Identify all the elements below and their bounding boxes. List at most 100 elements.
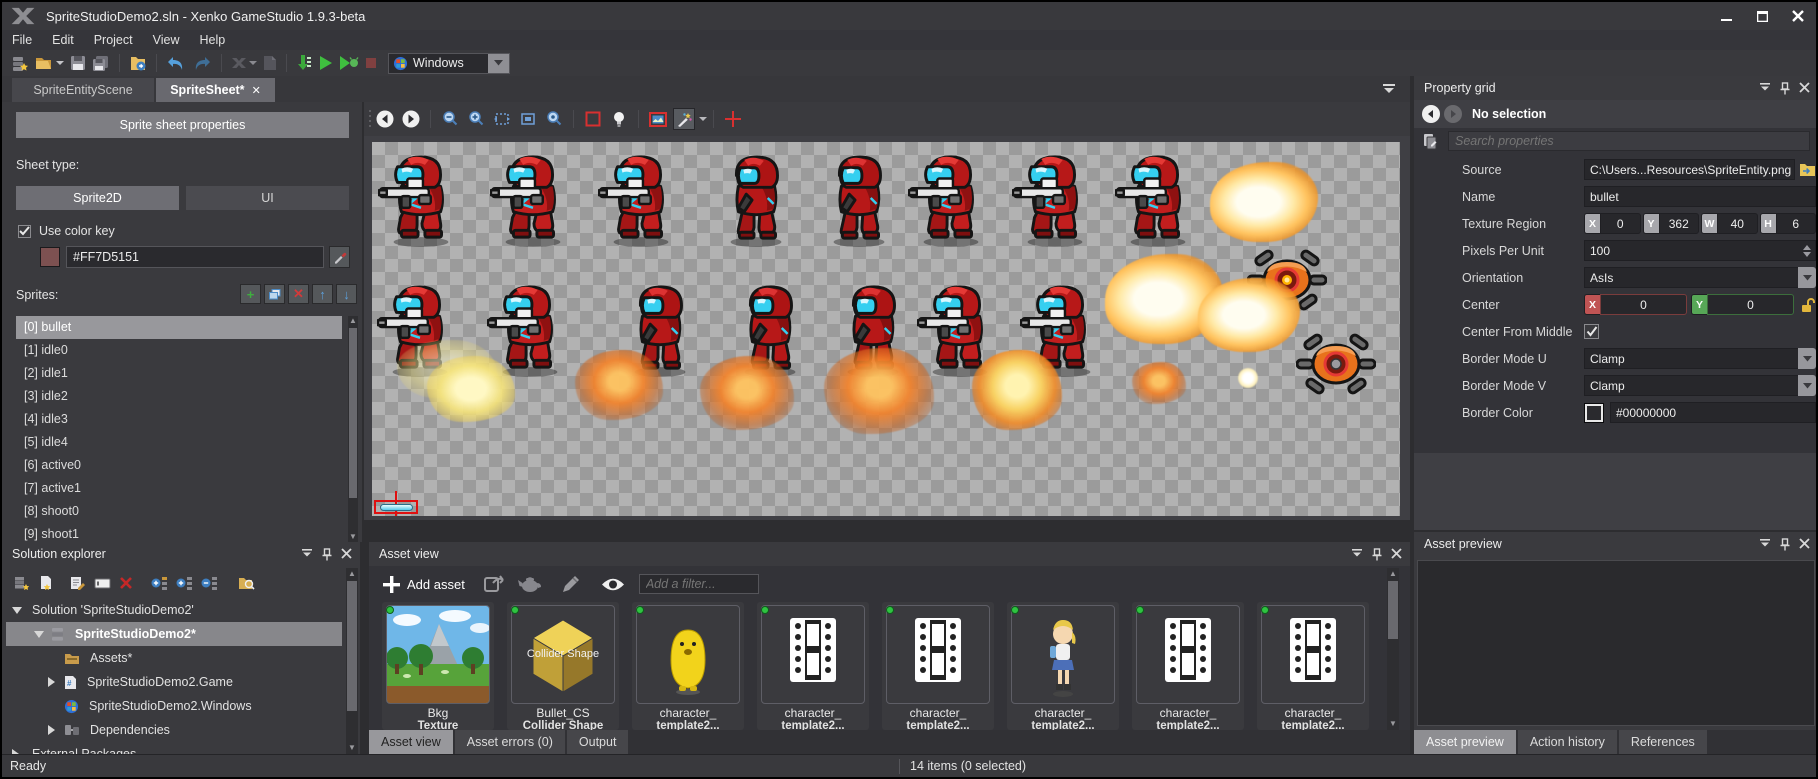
region-x-field[interactable]: X0 xyxy=(1584,213,1641,234)
save-all-button[interactable] xyxy=(92,55,110,72)
move-sprite-down-button[interactable]: ↓ xyxy=(336,284,357,304)
live-sync-button[interactable] xyxy=(296,54,312,72)
title-bar[interactable]: SpriteStudioDemo2.sln - Xenko GameStudio… xyxy=(2,2,1816,30)
zoom-actual-icon[interactable] xyxy=(543,108,565,130)
maximize-button[interactable] xyxy=(1744,2,1780,30)
platform-select[interactable]: Windows xyxy=(388,53,510,74)
tab-references[interactable]: References xyxy=(1619,730,1707,754)
selected-region-rect[interactable] xyxy=(374,500,418,514)
property-display-options-icon[interactable] xyxy=(1422,133,1440,150)
sheet-type-sprite2d-button[interactable]: Sprite2D xyxy=(16,186,179,210)
field-value[interactable]: 6 xyxy=(1776,213,1817,234)
field-value[interactable]: 0 xyxy=(1600,213,1641,234)
center-y-field[interactable]: Y0 xyxy=(1691,294,1794,315)
view-options-eye-icon[interactable] xyxy=(601,577,625,592)
export-icon[interactable] xyxy=(483,574,505,594)
pin-icon[interactable] xyxy=(321,548,333,561)
chevron-down-icon[interactable] xyxy=(12,607,24,614)
collapse-all-icon[interactable] xyxy=(201,575,218,591)
tab-asset-view[interactable]: Asset view xyxy=(369,730,453,754)
solution-tree-item[interactable]: #SpriteStudioDemo2.Game xyxy=(2,670,342,694)
edit-asset-icon[interactable] xyxy=(70,575,86,591)
sprite-list-item[interactable]: [2] idle1 xyxy=(16,362,342,385)
close-icon[interactable] xyxy=(1799,82,1810,93)
asset-filter-input[interactable] xyxy=(639,574,759,594)
menu-item-file[interactable]: File xyxy=(2,30,42,50)
border-color-swatch[interactable] xyxy=(1584,403,1604,423)
chevron-down-icon[interactable] xyxy=(1798,348,1816,369)
delete-sprite-button[interactable]: ✕ xyxy=(288,284,309,304)
asset-tile[interactable]: character_template2... xyxy=(757,602,869,730)
locate-asset-icon[interactable] xyxy=(238,575,255,591)
asset-tile[interactable]: character_template2... xyxy=(1132,602,1244,730)
duplicate-sprite-button[interactable] xyxy=(264,284,285,304)
pixels-per-unit-field[interactable]: 100 xyxy=(1584,240,1816,261)
border-color-field[interactable]: #00000000 xyxy=(1610,402,1816,423)
pin-icon[interactable] xyxy=(1371,548,1383,561)
asset-view-scrollbar[interactable]: ▲ ▼ xyxy=(1387,568,1399,730)
zoom-in-icon[interactable] xyxy=(465,108,487,130)
close-icon[interactable] xyxy=(341,548,352,559)
texture-region-tool-icon[interactable] xyxy=(582,108,604,130)
show-borders-icon[interactable] xyxy=(647,108,669,130)
highlight-tool-icon[interactable] xyxy=(608,108,630,130)
teapot-icon[interactable] xyxy=(517,575,543,593)
play-button[interactable] xyxy=(318,55,333,71)
import-button[interactable] xyxy=(129,55,147,72)
chevron-down-icon[interactable] xyxy=(34,631,46,638)
asset-tile[interactable]: character_template2... xyxy=(1257,602,1369,730)
add-sprite-button[interactable]: + xyxy=(240,284,261,304)
stop-button[interactable] xyxy=(365,57,377,69)
center-tool-icon[interactable] xyxy=(722,108,744,130)
unlock-icon[interactable] xyxy=(1800,297,1816,313)
minimize-button[interactable] xyxy=(1708,2,1744,30)
region-w-field[interactable]: W40 xyxy=(1701,213,1758,234)
use-color-key-checkbox[interactable] xyxy=(18,225,31,238)
open-button[interactable] xyxy=(35,55,64,71)
tab-action-history[interactable]: Action history xyxy=(1518,730,1617,754)
sprite-list-item[interactable]: [4] idle3 xyxy=(16,408,342,431)
editor-tab-1[interactable]: SpriteEntityScene xyxy=(12,78,154,102)
nav-next-icon[interactable] xyxy=(1444,105,1462,123)
field-value[interactable]: 0 xyxy=(1707,294,1794,315)
menu-item-view[interactable]: View xyxy=(143,30,190,50)
expand-one-level-icon[interactable] xyxy=(151,575,168,591)
panel-menu-icon[interactable] xyxy=(1351,548,1363,558)
fit-view-icon[interactable] xyxy=(491,108,513,130)
property-search-input[interactable] xyxy=(1448,131,1810,151)
asset-tile[interactable]: character_template2... xyxy=(632,602,744,730)
undo-button[interactable] xyxy=(166,55,186,72)
nav-forward-button[interactable] xyxy=(400,108,422,130)
sprite-list-item[interactable]: [8] shoot0 xyxy=(16,500,342,523)
close-button[interactable] xyxy=(1780,2,1816,30)
panel-menu-icon[interactable] xyxy=(301,548,313,558)
solution-tree-item[interactable]: SpriteStudioDemo2.Windows xyxy=(2,694,342,718)
tab-asset-preview[interactable]: Asset preview xyxy=(1414,730,1516,754)
field-value[interactable]: 40 xyxy=(1717,213,1758,234)
tab-output[interactable]: Output xyxy=(567,730,629,754)
asset-tile[interactable]: character_template2... xyxy=(882,602,994,730)
sprite-canvas[interactable] xyxy=(364,136,1410,520)
color-picker-button[interactable] xyxy=(329,246,350,268)
magic-wand-dropdown-icon[interactable] xyxy=(699,116,707,122)
platform-select-chevron-icon[interactable] xyxy=(488,54,509,73)
xenko-platform-icon[interactable] xyxy=(231,56,257,70)
new-package-icon[interactable] xyxy=(14,575,31,591)
color-key-input[interactable] xyxy=(66,246,324,268)
spinner-arrows-icon[interactable] xyxy=(1803,245,1811,257)
menu-item-help[interactable]: Help xyxy=(189,30,235,50)
asset-tile[interactable]: Collider ShapeBullet_CSCollider Shape xyxy=(507,602,619,730)
move-sprite-up-button[interactable]: ↑ xyxy=(312,284,333,304)
magic-wand-tool-icon[interactable] xyxy=(673,108,695,130)
play-remote-button[interactable] xyxy=(339,55,359,71)
sprite-sheet-viewport[interactable] xyxy=(372,142,1400,516)
save-button[interactable] xyxy=(70,55,86,71)
close-icon[interactable] xyxy=(1391,548,1402,559)
chevron-down-icon[interactable] xyxy=(1798,375,1816,396)
pin-icon[interactable] xyxy=(1779,82,1791,95)
source-path-field[interactable]: C:\Users...Resources\SpriteEntity.png xyxy=(1584,159,1795,180)
editor-tab-2[interactable]: SpriteSheet*✕ xyxy=(156,78,275,102)
tab-asset-errors-0-[interactable]: Asset errors (0) xyxy=(455,730,565,754)
sheet-type-ui-button[interactable]: UI xyxy=(186,186,349,210)
region-y-field[interactable]: Y362 xyxy=(1643,213,1700,234)
